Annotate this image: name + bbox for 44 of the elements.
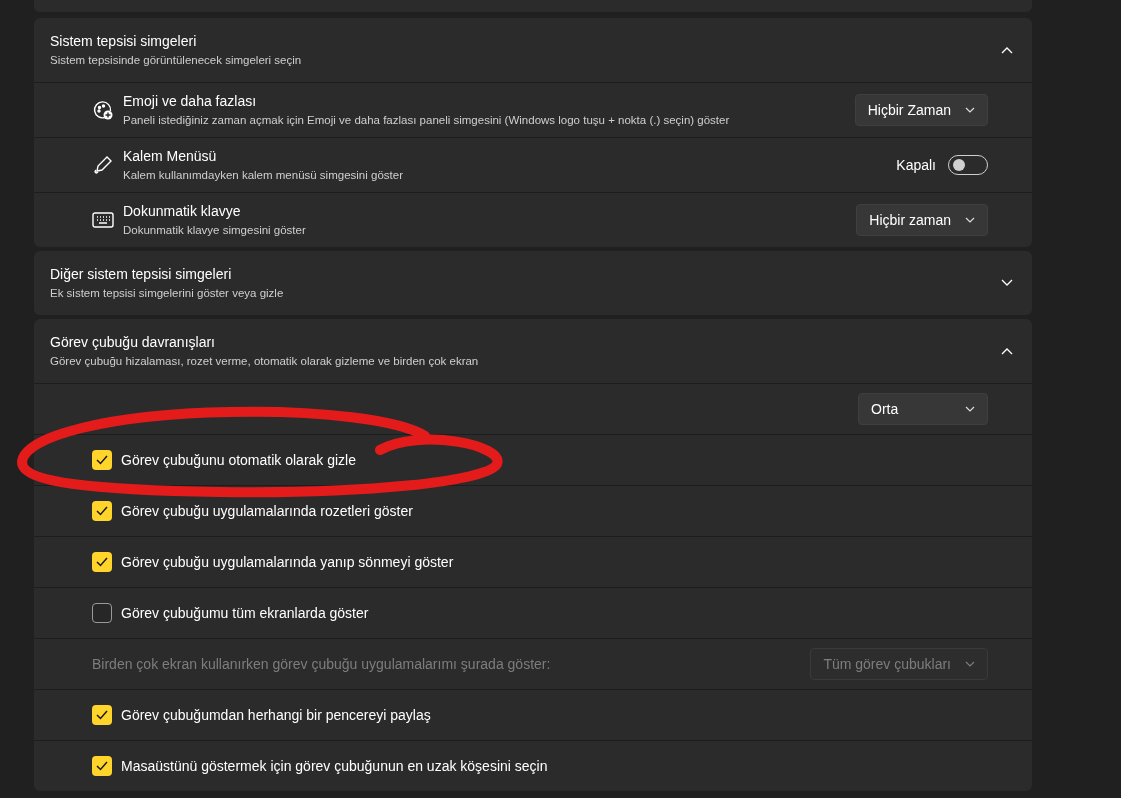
setting-title: Emoji ve daha fazlası xyxy=(123,92,258,110)
checkbox-label: Görev çubuğu uygulamalarında yanıp sönmeyi göster xyxy=(121,553,455,571)
check-icon xyxy=(96,455,108,465)
checkbox-label: Görev çubuğunu otomatik olarak gizle xyxy=(121,451,358,469)
section-title: Görev çubuğu davranışları xyxy=(50,333,216,351)
checkbox[interactable] xyxy=(92,552,112,572)
dropdown[interactable]: Orta xyxy=(858,393,988,425)
section-title: Diğer sistem tepsisi simgeleri xyxy=(50,265,233,283)
pen-icon xyxy=(92,154,114,176)
checkbox[interactable] xyxy=(92,603,112,623)
section-header[interactable]: Sistem tepsisi simgeleri Sistem tepsisinde görüntülenecek simgeleri seçin xyxy=(34,18,1032,82)
setting-description: Dokunmatik klavye simgesini göster xyxy=(123,223,307,238)
check-icon xyxy=(96,761,108,771)
emoji-icon xyxy=(92,99,114,121)
checkbox-label: Görev çubuğumu tüm ekranlarda göster xyxy=(121,604,370,622)
check-icon xyxy=(96,557,108,567)
section-subtitle: Sistem tepsisinde görüntülenecek simgeleri seçin xyxy=(50,53,302,68)
chevron-down-icon xyxy=(965,107,975,113)
checkbox-label: Görev çubuğumdan herhangi bir pencereyi paylaş xyxy=(121,706,432,724)
chevron-down-icon xyxy=(965,661,975,667)
toggle-label: Kapalı xyxy=(896,155,936,175)
section-header[interactable]: Görev çubuğu davranışları Görev çubuğu hizalaması, rozet verme, otomatik olarak gizleme ve birden çok ekran xyxy=(34,319,1032,383)
section-subtitle: Görev çubuğu hizalaması, rozet verme, otomatik olarak gizleme ve birden çok ekran xyxy=(50,354,479,369)
chevron-down-icon xyxy=(965,217,975,223)
chevron-down-icon xyxy=(965,406,975,412)
setting-title: Dokunmatik klavye xyxy=(123,202,242,220)
dropdown[interactable]: Hiçbir Zaman xyxy=(854,94,988,126)
checkbox[interactable] xyxy=(92,501,112,521)
keyboard-icon xyxy=(92,209,114,231)
check-icon xyxy=(96,710,108,720)
section-header[interactable]: Diğer sistem tepsisi simgeleri Ek sistem tepsisi simgelerini göster veya gizle xyxy=(34,251,1032,315)
checkbox-label: Masaüstünü göstermek için görev çubuğunun en uzak köşesini seçin xyxy=(121,757,549,775)
section-title: Sistem tepsisi simgeleri xyxy=(50,32,198,50)
check-icon xyxy=(96,506,108,516)
checkbox-label: Görev çubuğu uygulamalarında rozetleri göster xyxy=(121,502,414,520)
checkbox[interactable] xyxy=(92,450,112,470)
setting-description: Kalem kullanımdayken kalem menüsü simgesini göster xyxy=(123,168,404,183)
setting-title: Kalem Menüsü xyxy=(123,147,218,165)
checkbox[interactable] xyxy=(92,705,112,725)
setting-title: Birden çok ekran kullanırken görev çubuğu uygulamalarımı şurada göster: xyxy=(92,655,552,673)
section-subtitle: Ek sistem tepsisi simgelerini göster veya gizle xyxy=(50,286,284,301)
setting-description: Paneli istediğiniz zaman açmak için Emoji ve daha fazlası paneli simgesini (Windows logo tuşu + nokta (.) seçin) göster xyxy=(123,113,731,128)
dropdown[interactable]: Hiçbir zaman xyxy=(856,204,988,236)
checkbox[interactable] xyxy=(92,756,112,776)
